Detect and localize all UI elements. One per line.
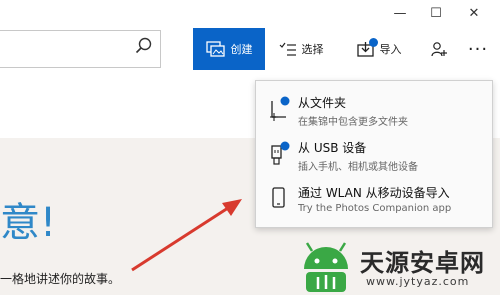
menu-item-title: 从 USB 设备 <box>298 141 367 155</box>
add-person-icon <box>431 42 447 57</box>
search-icon[interactable] <box>134 36 154 56</box>
menu-item-title: 从文件夹 <box>298 96 347 110</box>
mobile-phone-icon <box>272 187 285 208</box>
watermark-url: www.jytyaz.com <box>366 275 470 288</box>
more-button[interactable]: ··· <box>460 28 496 70</box>
android-logo-icon <box>304 242 348 292</box>
welcome-heading: 意! <box>0 200 57 246</box>
menu-item-from-usb[interactable]: 从 USB 设备 插入手机、相机或其他设备 <box>256 132 492 176</box>
close-button[interactable]: ✕ <box>456 0 492 26</box>
menu-item-subtitle: 在集锦中包含更多文件夹 <box>298 117 408 128</box>
create-button[interactable]: 创建 <box>193 28 265 70</box>
select-label: 选择 <box>301 43 324 56</box>
more-icon: ··· <box>467 38 489 60</box>
minimize-button[interactable]: — <box>382 0 418 26</box>
menu-item-subtitle: 插入手机、相机或其他设备 <box>298 162 418 173</box>
menu-item-subtitle: Try the Photos Companion app <box>298 203 452 214</box>
menu-item-from-folder[interactable]: 从文件夹 在集锦中包含更多文件夹 <box>256 87 492 131</box>
checklist-icon <box>279 42 296 56</box>
import-menu: 从文件夹 在集锦中包含更多文件夹 从 USB 设备 插入手机、相机或其他设备 通… <box>255 80 493 228</box>
story-text: 一格地讲述你的故事。 <box>0 272 121 286</box>
create-label: 创建 <box>230 43 253 56</box>
usb-device-icon <box>271 141 290 165</box>
folder-add-icon <box>270 96 290 121</box>
maximize-button[interactable]: ☐ <box>418 0 454 26</box>
menu-item-from-wlan[interactable]: 通过 WLAN 从移动设备导入 Try the Photos Companion… <box>256 177 492 221</box>
menu-item-title: 通过 WLAN 从移动设备导入 <box>298 186 450 200</box>
people-button[interactable] <box>424 28 454 70</box>
import-label: 导入 <box>379 43 402 56</box>
site-watermark: 天源安卓网 www.jytyaz.com <box>296 239 496 295</box>
search-box <box>0 30 161 68</box>
import-button[interactable]: 导入 <box>348 28 410 70</box>
watermark-title: 天源安卓网 <box>360 249 485 277</box>
select-button[interactable]: 选择 <box>270 28 332 70</box>
import-notification-dot <box>368 38 378 47</box>
search-input[interactable] <box>0 31 128 67</box>
create-icon <box>205 41 225 57</box>
